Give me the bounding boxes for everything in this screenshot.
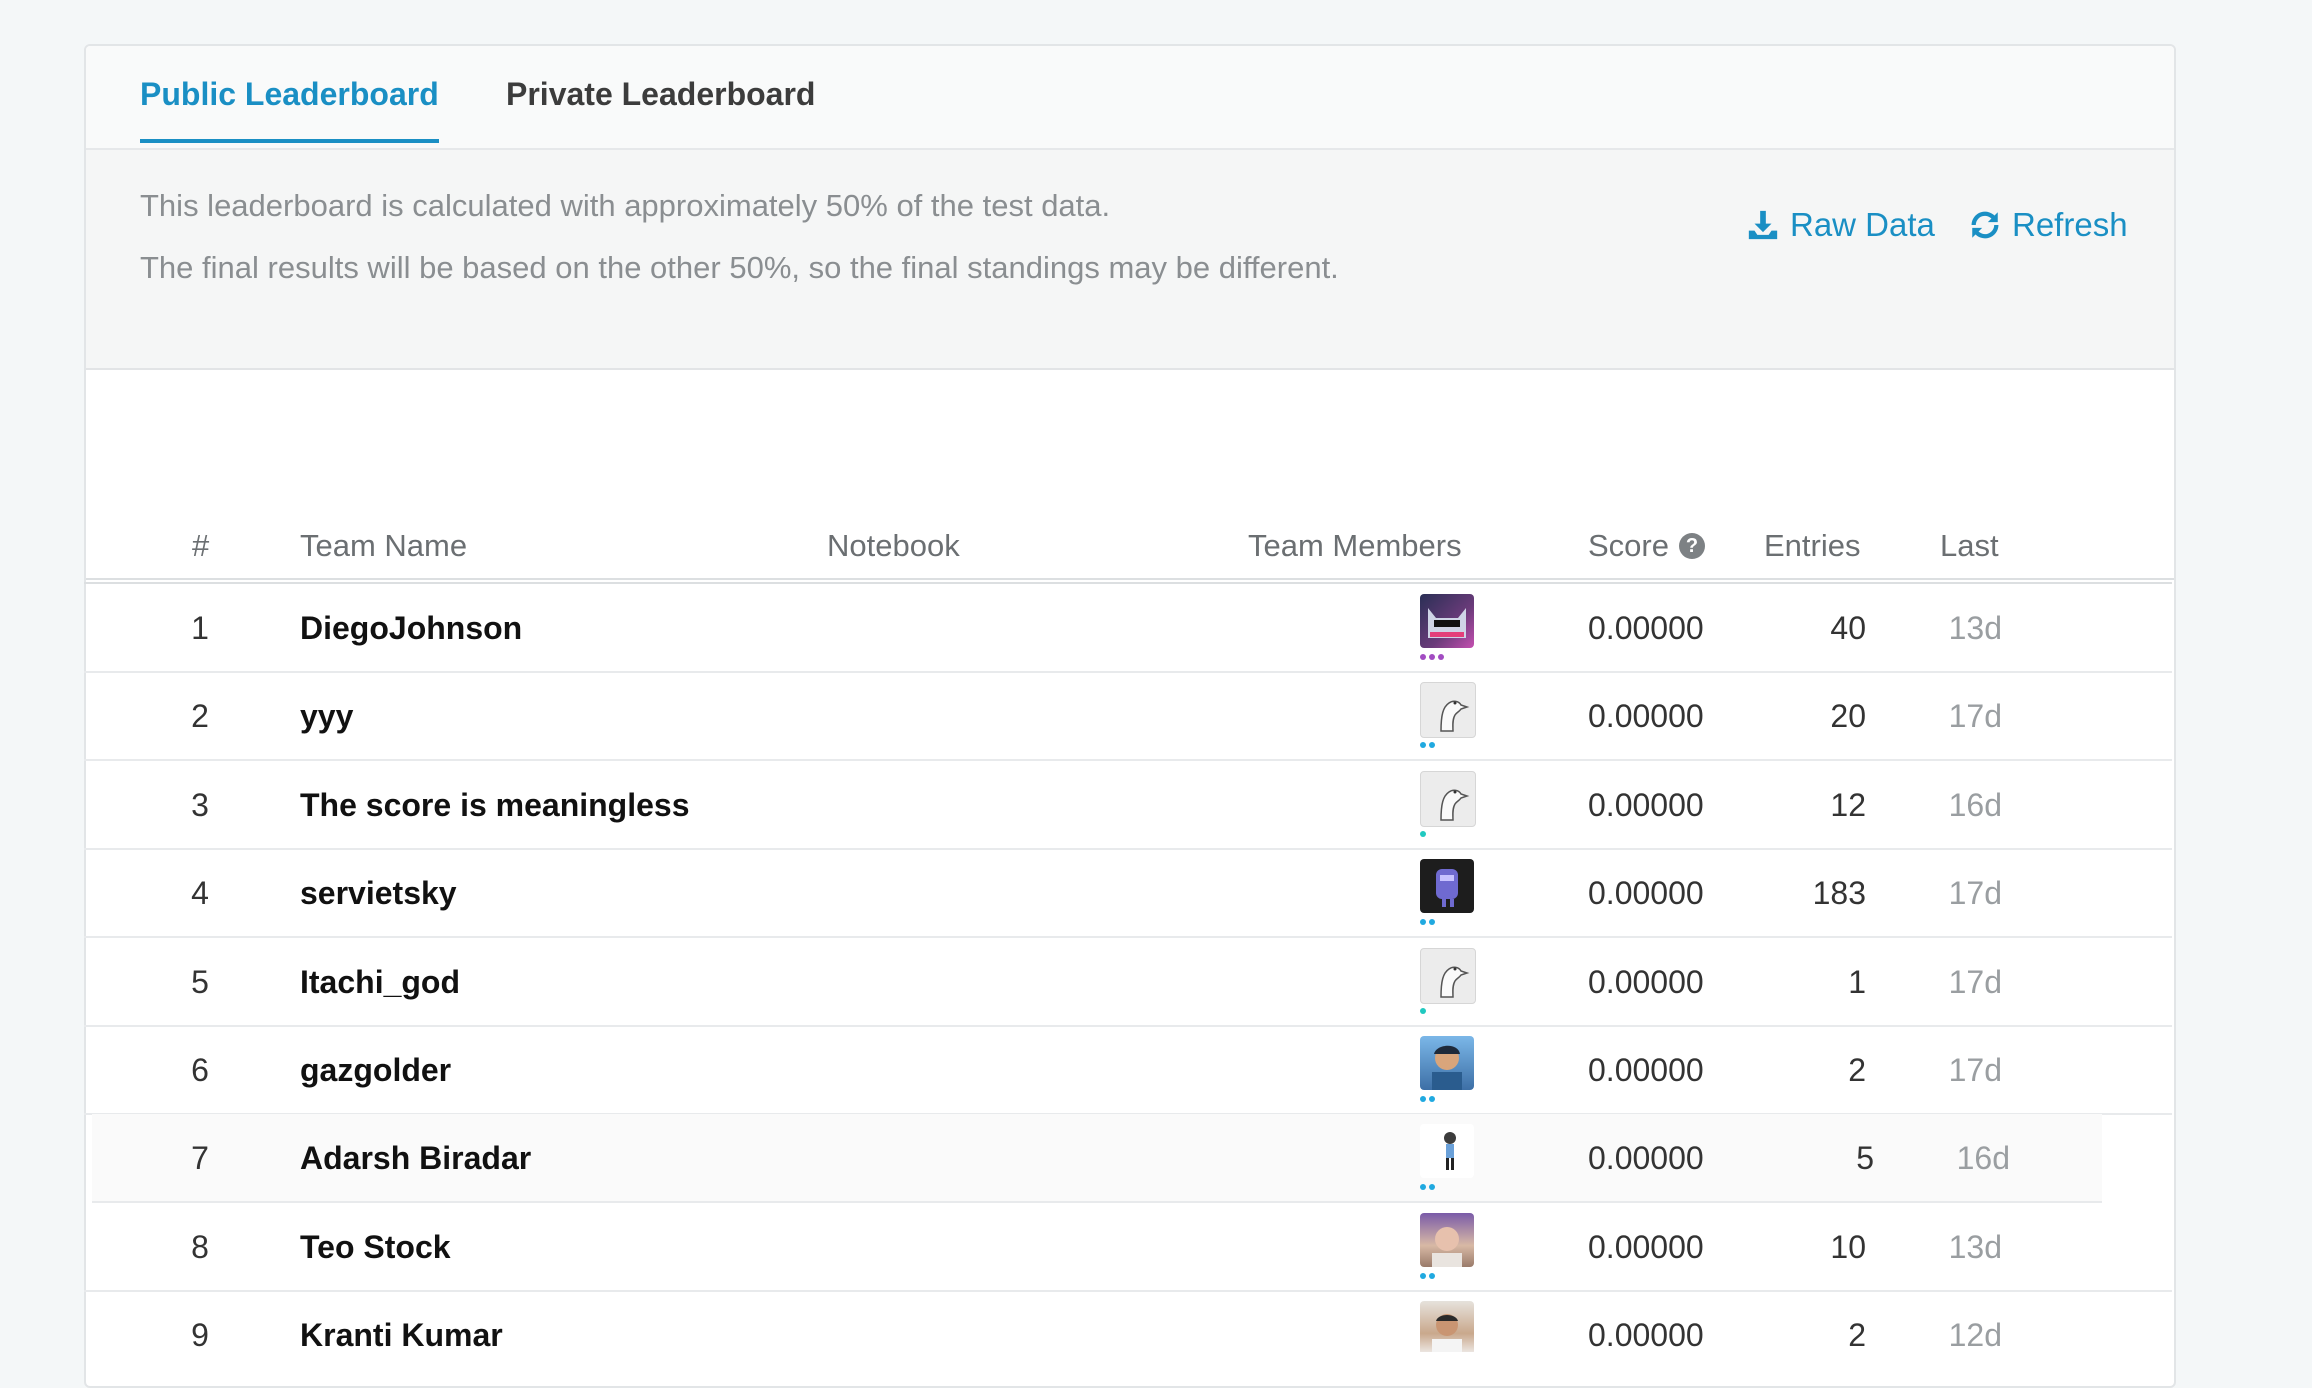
entries-cell: 40 <box>1830 610 1866 646</box>
team-name-link[interactable]: gazgolder <box>300 1052 451 1089</box>
table-row[interactable]: 1 DiegoJohnson 0.00000 40 13d <box>84 584 2172 673</box>
team-name-link[interactable]: yyy <box>300 698 353 735</box>
goose-sketch-avatar[interactable] <box>1420 770 1476 827</box>
team-name-link[interactable]: Teo Stock <box>300 1229 451 1266</box>
team-name-link[interactable]: servietsky <box>300 875 457 912</box>
tier-indicator <box>1420 1096 1435 1102</box>
cat-with-sunglasses-avatar[interactable] <box>1420 594 1474 648</box>
score-cell: 0.00000 <box>1588 698 1704 735</box>
entries-cell: 12 <box>1830 786 1866 823</box>
col-notebook-header: Notebook <box>827 528 960 563</box>
rank-cell: 9 <box>191 1317 209 1352</box>
tier-dot <box>1420 1272 1426 1279</box>
tier-indicator <box>1420 1007 1426 1014</box>
col-rank-header: # <box>192 528 210 563</box>
tier-dot <box>1420 1096 1426 1102</box>
score-cell: 0.00000 <box>1588 875 1704 912</box>
score-cell: 0.00000 <box>1588 1140 1704 1177</box>
goose-sketch-avatar[interactable] <box>1420 947 1476 1004</box>
help-icon[interactable]: ? <box>1678 533 1705 559</box>
tier-dot <box>1429 1272 1435 1279</box>
entries-cell: 1 <box>1848 963 1866 1000</box>
photo-person-avatar[interactable] <box>1420 1212 1474 1267</box>
table-row[interactable]: 8 Teo Stock 0.00000 10 13d <box>84 1203 2172 1292</box>
cartoon-person-avatar[interactable] <box>1420 1036 1474 1090</box>
last-submission-cell: 13d <box>1948 610 2002 646</box>
tier-dot <box>1429 1184 1435 1191</box>
tier-indicator <box>1420 919 1435 926</box>
tier-dot <box>1429 654 1435 660</box>
table-row[interactable]: 9 Kranti Kumar 0.00000 2 12d <box>84 1291 2172 1352</box>
table-row[interactable]: 6 gazgolder 0.00000 2 17d <box>84 1026 2172 1115</box>
entries-cell: 10 <box>1830 1228 1866 1265</box>
tier-dot <box>1438 654 1444 660</box>
rank-cell: 6 <box>191 1052 209 1088</box>
rank-cell: 3 <box>191 786 209 823</box>
table-row[interactable]: 4 servietsky 0.00000 183 17d <box>84 849 2172 939</box>
team-name-link[interactable]: Kranti Kumar <box>300 1317 503 1352</box>
team-name-link[interactable]: The score is meaningless <box>300 787 690 824</box>
tier-dot <box>1420 742 1426 749</box>
score-cell: 0.00000 <box>1588 786 1704 823</box>
entries-cell: 5 <box>1856 1140 1874 1177</box>
tier-indicator <box>1420 830 1426 837</box>
col-team-members-header: Team Members <box>1248 528 1462 563</box>
team-name-link[interactable]: DiegoJohnson <box>300 610 522 647</box>
score-cell: 0.00000 <box>1588 1228 1704 1265</box>
last-submission-cell: 12d <box>1948 1317 2002 1352</box>
rank-cell: 7 <box>191 1140 209 1177</box>
score-cell: 0.00000 <box>1588 1317 1704 1352</box>
rank-cell: 5 <box>191 963 209 1000</box>
tier-indicator <box>1420 742 1435 749</box>
table-header-row: # Team Name Notebook Team Members Score … <box>84 488 2172 584</box>
tier-dot <box>1420 1184 1426 1191</box>
tier-dot <box>1429 919 1435 926</box>
rank-cell: 8 <box>191 1228 209 1265</box>
last-submission-cell: 17d <box>1948 1052 2002 1088</box>
rank-cell: 4 <box>191 875 209 912</box>
table-row[interactable]: 5 Itachi_god 0.00000 1 17d <box>84 938 2172 1027</box>
tier-dot <box>1420 654 1426 660</box>
score-cell: 0.00000 <box>1588 963 1704 1000</box>
entries-cell: 2 <box>1848 1052 1866 1088</box>
team-name-link[interactable]: Adarsh Biradar <box>300 1140 531 1177</box>
photo-man-avatar[interactable] <box>1420 1301 1474 1352</box>
last-submission-cell: 17d <box>1948 698 2002 735</box>
tier-dot <box>1429 742 1435 749</box>
tier-dot <box>1420 1007 1426 1014</box>
last-submission-cell: 16d <box>1956 1140 2010 1177</box>
rank-cell: 2 <box>191 698 209 735</box>
score-header-label: Score <box>1588 528 1669 563</box>
tier-indicator <box>1420 654 1444 660</box>
table-row[interactable]: 7 Adarsh Biradar 0.00000 5 16d <box>92 1114 2102 1204</box>
tier-dot <box>1420 830 1426 837</box>
last-submission-cell: 17d <box>1948 875 2002 912</box>
last-submission-cell: 13d <box>1948 1228 2002 1265</box>
col-team-name-header[interactable]: Team Name <box>300 528 467 564</box>
table-row[interactable]: 2 yyy 0.00000 20 17d <box>84 672 2172 762</box>
score-cell: 0.00000 <box>1588 1052 1704 1088</box>
tier-indicator <box>1420 1184 1435 1191</box>
score-cell: 0.00000 <box>1588 610 1704 646</box>
entries-cell: 2 <box>1848 1317 1866 1352</box>
leaderboard-table: # Team Name Notebook Team Members Score … <box>84 44 2172 1352</box>
last-submission-cell: 17d <box>1948 963 2002 1000</box>
col-last-header[interactable]: Last <box>1940 528 1999 564</box>
entries-cell: 183 <box>1812 875 1866 912</box>
small-figure-avatar[interactable] <box>1420 1124 1474 1179</box>
goose-sketch-avatar[interactable] <box>1420 682 1476 739</box>
purple-character-avatar[interactable] <box>1420 859 1474 914</box>
col-entries-header[interactable]: Entries <box>1764 528 1860 564</box>
team-name-link[interactable]: Itachi_god <box>300 964 460 1001</box>
last-submission-cell: 16d <box>1948 786 2002 823</box>
tier-indicator <box>1420 1272 1435 1279</box>
rank-cell: 1 <box>191 610 209 646</box>
tier-dot <box>1420 919 1426 926</box>
col-score-header[interactable]: Score ? <box>1588 528 1705 564</box>
entries-cell: 20 <box>1830 698 1866 735</box>
tier-dot <box>1429 1096 1435 1102</box>
table-row[interactable]: 3 The score is meaningless 0.00000 12 16d <box>84 761 2172 850</box>
